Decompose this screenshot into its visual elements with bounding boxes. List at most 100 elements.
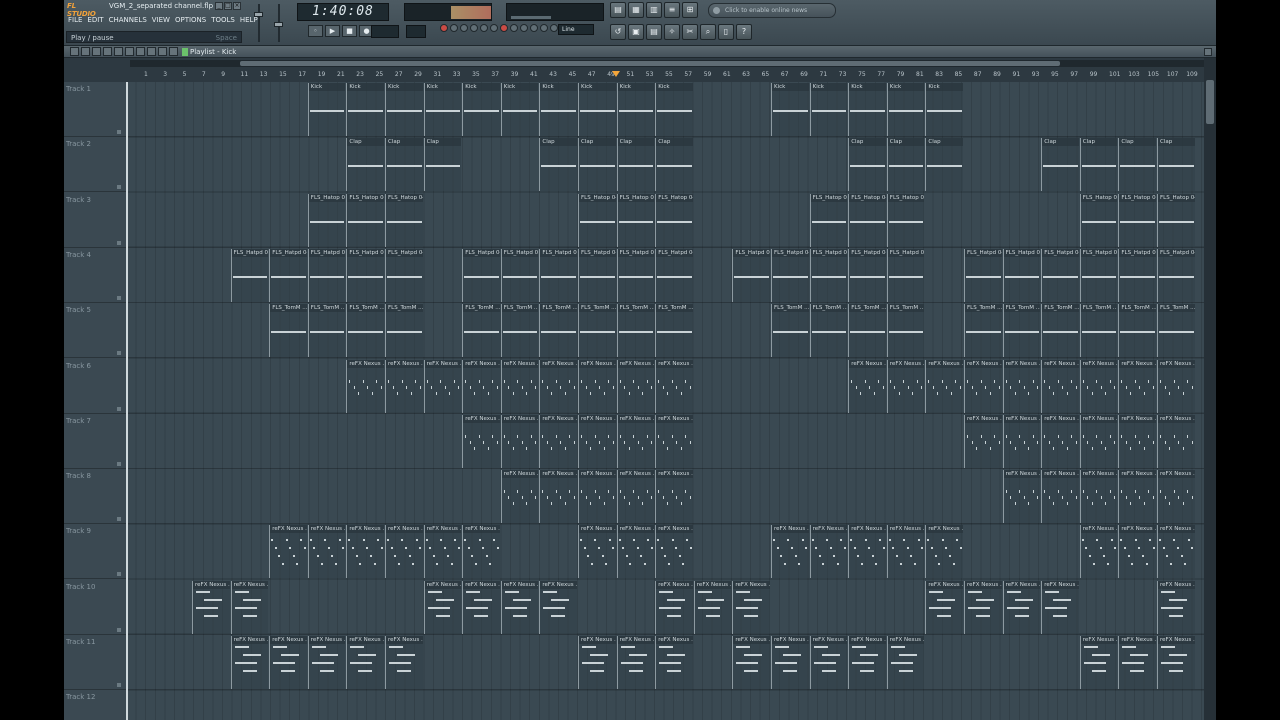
pattern-clip[interactable]: reFX Nexus ... (1118, 470, 1156, 524)
pattern-clip[interactable]: reFX Nexus ... (1079, 636, 1118, 689)
pattern-clip[interactable]: reFX Nexus ... (462, 359, 500, 413)
overdub-icon[interactable] (520, 24, 528, 32)
pattern-clip[interactable]: reFX Nexus ... (655, 414, 693, 468)
pattern-clip[interactable]: FLS_TomM ... (848, 304, 886, 358)
pattern-clip[interactable]: reFX Nexus ... (1157, 636, 1195, 689)
pattern-clip[interactable]: reFX Nexus ... (423, 580, 462, 634)
pattern-clip[interactable]: Kick (616, 83, 655, 136)
pattern-clip[interactable]: FLS_Hatpd 04 (462, 248, 500, 302)
track-header[interactable]: Track 4 (64, 248, 126, 303)
browser-search-icon[interactable]: ⌕ (700, 24, 716, 40)
pattern-clip[interactable]: Clap (848, 138, 886, 192)
pattern-clip[interactable]: reFX Nexus ... (809, 636, 848, 689)
pattern-clip[interactable]: reFX Nexus ... (616, 470, 655, 524)
pattern-clip[interactable]: Clap (1079, 138, 1118, 192)
pattern-clip[interactable]: reFX Nexus ... (462, 580, 500, 634)
track-header[interactable]: Track 11 (64, 635, 126, 690)
pattern-clip[interactable]: reFX Nexus ... (423, 359, 462, 413)
pattern-clip[interactable]: Kick (771, 83, 809, 136)
pattern-clip[interactable]: reFX Nexus ... (732, 580, 770, 634)
pattern-clip[interactable]: reFX Nexus ... (269, 636, 307, 689)
slider-knob[interactable] (274, 22, 283, 27)
metronome-icon[interactable] (450, 24, 458, 32)
pattern-clip[interactable]: FLS_Hatpd 04 (886, 248, 925, 302)
pattern-clip[interactable]: FLS_TomM ... (500, 304, 539, 358)
menu-channels[interactable]: CHANNELS (109, 16, 147, 24)
track-resize-handle[interactable] (117, 240, 121, 245)
track-header[interactable]: Track 8 (64, 469, 126, 525)
pattern-clip[interactable]: FLS_Hatpd 04 (230, 248, 269, 302)
pattern-clip[interactable]: Clap (1041, 138, 1079, 192)
play-button[interactable]: ▶ (325, 25, 340, 37)
pattern-clip[interactable]: reFX Nexus ... (500, 580, 539, 634)
pattern-clip[interactable]: reFX Nexus ... (1118, 414, 1156, 468)
pattern-clip[interactable]: FLS_Hatpd 04 (385, 248, 423, 302)
pattern-clip[interactable]: Clap (925, 138, 963, 192)
pattern-clip[interactable]: reFX Nexus ... (230, 580, 269, 634)
master-pitch-slider[interactable] (274, 4, 283, 42)
browser-icon[interactable]: ≡ (664, 2, 680, 18)
pattern-clip[interactable]: reFX Nexus ... (616, 414, 655, 468)
pattern-clip[interactable]: reFX Nexus ... (578, 636, 616, 689)
mixer-icon[interactable]: ⊞ (682, 2, 698, 18)
pattern-clip[interactable]: reFX Nexus ... (1118, 636, 1156, 689)
pattern-clip[interactable]: FLS_TomM ... (964, 304, 1002, 358)
pattern-clip[interactable]: FLS_TomM ... (346, 304, 384, 358)
pattern-clip[interactable]: FLS_Hatop 04 (848, 193, 886, 247)
master-volume-slider[interactable] (254, 4, 263, 42)
pattern-clip[interactable]: reFX Nexus ... (616, 636, 655, 689)
pattern-clip[interactable]: reFX Nexus ... (771, 525, 809, 579)
select-tool-icon[interactable] (147, 47, 156, 56)
pattern-clip[interactable]: FLS_Hatpd 04 (964, 248, 1002, 302)
pattern-clip[interactable]: reFX Nexus ... (655, 470, 693, 524)
pattern-clip[interactable]: Kick (462, 83, 500, 136)
pattern-clip[interactable]: reFX Nexus ... (1157, 470, 1195, 524)
paint-tool-icon[interactable] (103, 47, 112, 56)
tools-icon[interactable]: ✂ (682, 24, 698, 40)
pattern-clip[interactable]: Kick (539, 83, 577, 136)
pattern-clip[interactable]: Kick (307, 83, 346, 136)
pattern-clip[interactable]: reFX Nexus ... (1041, 414, 1079, 468)
minimize-icon[interactable]: _ (215, 2, 223, 10)
pattern-clip[interactable]: FLS_TomM ... (1157, 304, 1195, 358)
pattern-clip[interactable]: FLS_Hatpd 04 (307, 248, 346, 302)
playhead-marker[interactable] (612, 71, 620, 77)
pattern-clip[interactable]: reFX Nexus ... (578, 414, 616, 468)
pattern-clip[interactable]: reFX Nexus ... (1041, 359, 1079, 413)
pattern-clip[interactable]: Clap (423, 138, 462, 192)
pattern-clip[interactable]: reFX Nexus ... (925, 525, 963, 579)
pattern-clip[interactable]: Kick (848, 83, 886, 136)
pattern-clip[interactable]: reFX Nexus ... (500, 359, 539, 413)
track-resize-handle[interactable] (117, 351, 121, 356)
pattern-clip[interactable]: reFX Nexus ... (655, 525, 693, 579)
playlist-menu-icon[interactable] (70, 47, 79, 56)
pattern-clip[interactable]: FLS_Hatpd 04 (732, 248, 770, 302)
menu-tools[interactable]: TOOLS (211, 16, 235, 24)
pattern-clip[interactable]: reFX Nexus ... (693, 580, 732, 634)
pattern-clip[interactable]: reFX Nexus ... (1079, 359, 1118, 413)
pattern-clip[interactable]: reFX Nexus ... (307, 525, 346, 579)
pattern-clip[interactable]: Clap (655, 138, 693, 192)
pattern-clip[interactable]: reFX Nexus ... (307, 636, 346, 689)
record-option-icon[interactable] (440, 24, 448, 32)
track-resize-handle[interactable] (117, 517, 121, 522)
pattern-clip[interactable]: reFX Nexus ... (1002, 414, 1041, 468)
maximize-icon[interactable]: □ (224, 2, 232, 10)
pattern-clip[interactable]: Clap (385, 138, 423, 192)
pattern-clip[interactable]: FLS_Hatpd 04 (539, 248, 577, 302)
pattern-clip[interactable]: FLS_TomM ... (462, 304, 500, 358)
pattern-clip[interactable]: reFX Nexus ... (848, 359, 886, 413)
pattern-clip[interactable]: Kick (886, 83, 925, 136)
track-resize-handle[interactable] (117, 461, 121, 466)
pattern-clip[interactable]: reFX Nexus ... (346, 525, 384, 579)
pattern-clip[interactable]: reFX Nexus ... (964, 580, 1002, 634)
pattern-clip[interactable]: reFX Nexus ... (1157, 359, 1195, 413)
pattern-clip[interactable]: FLS_Hatpd 04 (616, 248, 655, 302)
timeline-ruler[interactable]: 1 3 5 7 9 11 13 15 17 19 21 23 25 27 29 31 33 35 37 39 41 43 4… (130, 70, 1208, 82)
pattern-clip[interactable]: reFX Nexus ... (385, 359, 423, 413)
pattern-clip[interactable]: reFX Nexus ... (1118, 359, 1156, 413)
pattern-clip[interactable]: Kick (809, 83, 848, 136)
pattern-clip[interactable]: reFX Nexus ... (964, 359, 1002, 413)
pattern-clip[interactable]: reFX Nexus ... (1157, 414, 1195, 468)
pattern-clip[interactable]: FLS_TomM ... (1002, 304, 1041, 358)
